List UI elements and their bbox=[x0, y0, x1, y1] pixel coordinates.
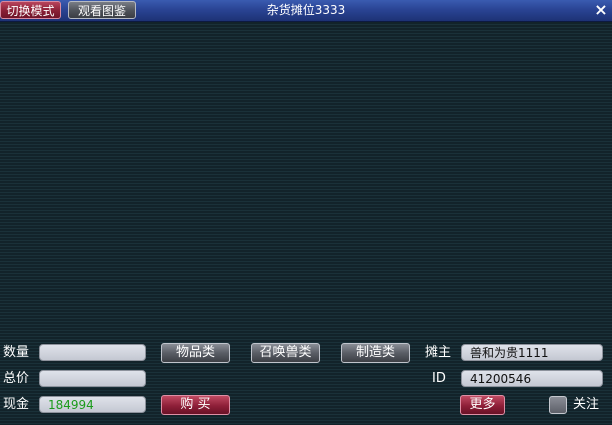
items-category-button[interactable]: 物品类 bbox=[161, 343, 230, 363]
title-bar: 杂货摊位3333 切换模式 观看图鉴 × bbox=[0, 0, 612, 22]
id-label: ID bbox=[432, 371, 446, 386]
goods-list-area bbox=[0, 22, 612, 340]
summon-beasts-category-button[interactable]: 召唤兽类 bbox=[251, 343, 320, 363]
cash-label: 现金 bbox=[3, 397, 30, 412]
buy-button[interactable]: 购 买 bbox=[161, 395, 230, 415]
view-atlas-button[interactable]: 观看图鉴 bbox=[68, 1, 136, 19]
cash-field: 184994 bbox=[39, 396, 146, 413]
quantity-input[interactable] bbox=[39, 344, 146, 361]
owner-field: 兽和为贵1111 bbox=[461, 344, 603, 361]
switch-mode-button[interactable]: 切换模式 bbox=[0, 1, 61, 19]
total-price-field bbox=[39, 370, 146, 387]
stall-window: 杂货摊位3333 切换模式 观看图鉴 × 数量 总价 现金 184994 物品类… bbox=[0, 0, 612, 425]
quantity-label: 数量 bbox=[3, 345, 30, 360]
close-icon[interactable]: × bbox=[592, 1, 610, 19]
follow-checkbox[interactable] bbox=[549, 396, 567, 414]
id-field: 41200546 bbox=[461, 370, 603, 387]
crafting-category-button[interactable]: 制造类 bbox=[341, 343, 410, 363]
owner-label: 摊主 bbox=[425, 345, 452, 360]
total-price-label: 总价 bbox=[3, 371, 30, 386]
follow-label: 关注 bbox=[573, 397, 600, 412]
more-button[interactable]: 更多 bbox=[460, 395, 505, 415]
